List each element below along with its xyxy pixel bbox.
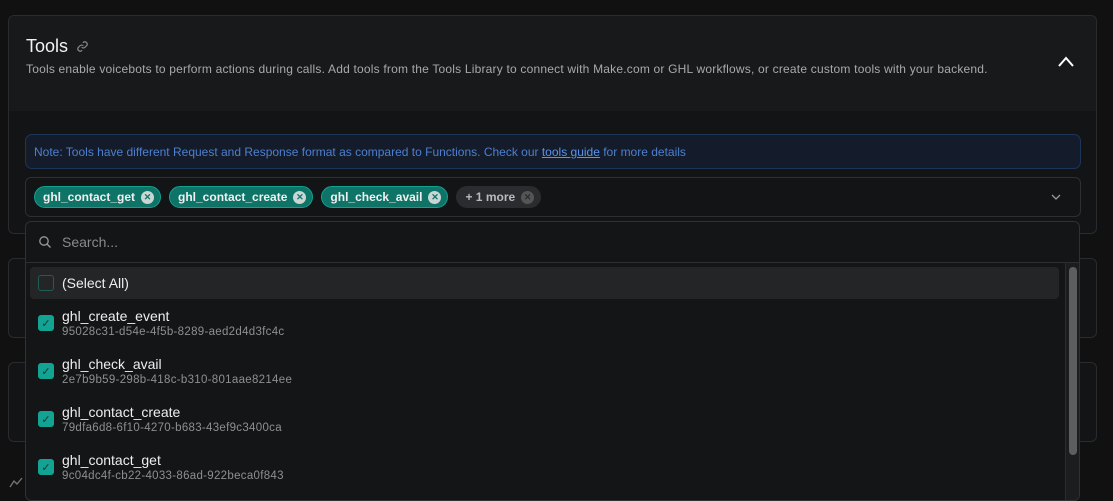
search-input[interactable] xyxy=(62,234,962,250)
link-icon[interactable] xyxy=(76,40,89,53)
chip-label: ghl_contact_get xyxy=(43,190,136,204)
chevron-up-icon[interactable] xyxy=(1056,54,1076,70)
note-text: Note: Tools have different Request and R… xyxy=(34,145,542,159)
option-name: ghl_check_avail xyxy=(62,356,162,372)
checkbox-checked[interactable]: ✓ xyxy=(38,363,54,379)
checkbox-checked[interactable]: ✓ xyxy=(38,411,54,427)
tools-dropdown: (Select All) ✓ ghl_create_event 95028c31-d… xyxy=(25,221,1080,501)
tools-section: Tools Tools enable voicebots to perform … xyxy=(8,15,1097,234)
section-title: Tools xyxy=(26,36,69,56)
option-id: 79dfa6d8-6f10-4270-b683-43ef9c3400ca xyxy=(62,422,282,434)
selected-chip: ghl_contact_create ✕ xyxy=(169,186,314,208)
more-chip: + 1 more ✕ xyxy=(456,186,542,208)
scrollbar-thumb[interactable] xyxy=(1069,267,1077,455)
option-name: ghl_create_event xyxy=(62,308,170,324)
list-item[interactable]: ✓ ghl_contact_create 79dfa6d8-6f10-4270-b6… xyxy=(30,395,1059,443)
chart-icon xyxy=(9,477,23,488)
option-id: 2e7b9b59-298b-418c-b310-801aae8214ee xyxy=(62,374,293,386)
search-icon xyxy=(39,236,51,248)
selected-chip: ghl_contact_get ✕ xyxy=(34,186,162,208)
tools-multiselect[interactable]: ghl_contact_get ✕ ghl_contact_create ✕ ghl… xyxy=(25,177,1081,217)
select-all-option[interactable]: (Select All) xyxy=(30,267,1059,299)
chip-label: ghl_contact_create xyxy=(178,190,288,204)
remove-chip-icon[interactable]: ✕ xyxy=(141,190,155,204)
list-item[interactable]: ✓ ghl_contact_get 9c04dc4f-cb22-4033-86ad-… xyxy=(30,443,1059,491)
option-name: ghl_contact_get xyxy=(62,452,161,468)
option-id: 95028c31-d54e-4f5b-8289-aed2d4d3fc4c xyxy=(62,326,285,338)
scrollbar[interactable] xyxy=(1065,263,1079,500)
option-name: ghl_contact_create xyxy=(62,404,181,420)
note-text-suffix: for more details xyxy=(599,145,686,159)
remove-chip-icon[interactable]: ✕ xyxy=(428,190,442,204)
chip-label: ghl_check_avail xyxy=(330,190,423,204)
tools-guide-link[interactable]: tools guide xyxy=(542,145,600,159)
checkbox-checked[interactable]: ✓ xyxy=(38,315,54,331)
list-item[interactable]: ✓ ghl_check_avail 2e7b9b59-298b-418c-b310-… xyxy=(30,347,1059,395)
section-description: Tools enable voicebots to perform action… xyxy=(26,62,988,76)
chevron-down-icon[interactable] xyxy=(1050,192,1062,202)
tools-note: Note: Tools have different Request and R… xyxy=(25,134,1081,169)
remove-chip-icon[interactable]: ✕ xyxy=(521,190,535,204)
tools-header[interactable]: Tools Tools enable voicebots to perform … xyxy=(9,16,1096,111)
list-item[interactable]: ✓ ghl_create_event 95028c31-d54e-4f5b-8289… xyxy=(30,299,1059,347)
checkbox[interactable] xyxy=(38,275,54,291)
more-label: + 1 more xyxy=(465,190,516,204)
checkbox-checked[interactable]: ✓ xyxy=(38,459,54,475)
option-label: (Select All) xyxy=(62,275,129,291)
option-id: 9c04dc4f-cb22-4033-86ad-922beca0f843 xyxy=(62,470,284,482)
remove-chip-icon[interactable]: ✕ xyxy=(293,190,307,204)
selected-chip: ghl_check_avail ✕ xyxy=(321,186,449,208)
